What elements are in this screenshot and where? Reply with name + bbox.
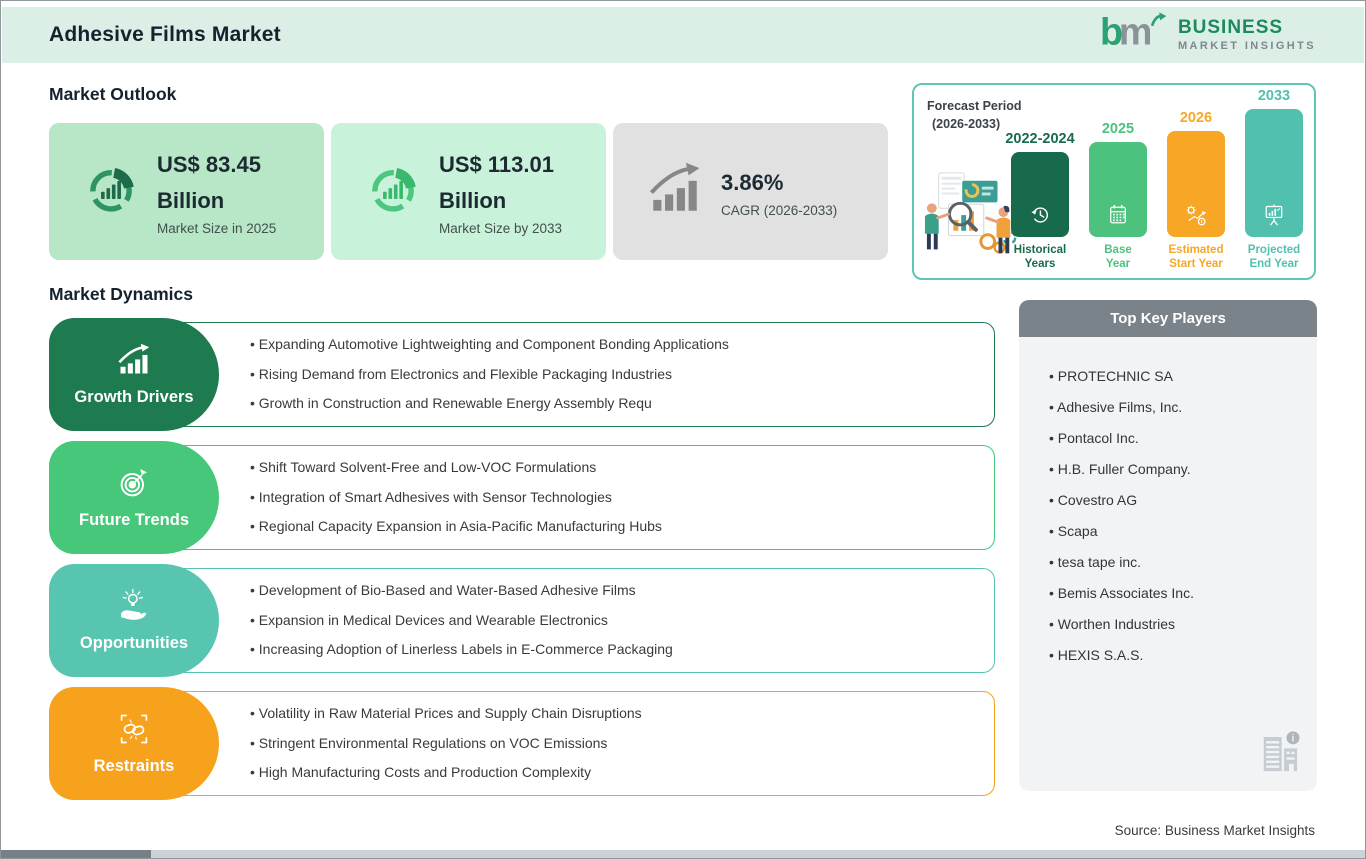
dynamics-row: Development of Bio-Based and Water-Based… <box>49 564 995 677</box>
key-player-item: Worthen Industries <box>1049 609 1317 640</box>
horizontal-scrollbar[interactable] <box>1 850 1365 858</box>
stat-value: US$ 83.45 Billion <box>157 151 261 213</box>
forecast-period-panel: Forecast Period (2026-2033) 2022-2024 Hi… <box>912 83 1316 280</box>
bullet-item: Growth in Construction and Renewable Ene… <box>250 389 994 419</box>
source-text: Source: Business Market Insights <box>1114 823 1315 838</box>
key-player-item: PROTECHNIC SA <box>1049 361 1317 392</box>
forecast-bar-column: 2026 Estimated Start Year <box>1165 110 1227 273</box>
key-player-item: Adhesive Films, Inc. <box>1049 392 1317 423</box>
stat-value: 3.86% <box>721 169 784 195</box>
forecast-bar-column: 2025 Base Year <box>1087 121 1149 273</box>
market-outlook-cards: US$ 83.45 Billion Market Size in 2025 US$… <box>49 123 888 260</box>
bar-growth-icon <box>646 160 704 223</box>
forecast-bar <box>1089 142 1147 237</box>
bullet-item: Regional Capacity Expansion in Asia-Paci… <box>250 512 994 542</box>
bmi-logo: b m BUSINESS MARKET INSIGHTS <box>1100 10 1316 60</box>
dynamics-label-text: Growth Drivers <box>74 388 194 406</box>
forecast-year-label: 2025 <box>1101 121 1135 137</box>
bullet-item: Shift Toward Solvent-Free and Low-VOC Fo… <box>250 453 994 483</box>
bullet-item: Volatility in Raw Material Prices and Su… <box>250 699 994 729</box>
bullet-item: Expanding Automotive Lightweighting and … <box>250 330 994 360</box>
forecast-year-label: 2026 <box>1179 110 1213 126</box>
forecast-bar-column: 2022-2024 Historical Years <box>1005 131 1074 273</box>
key-player-item: Pontacol Inc. <box>1049 423 1317 454</box>
key-player-item: H.B. Fuller Company. <box>1049 454 1317 485</box>
key-players-header: Top Key Players <box>1019 300 1317 337</box>
market-dynamics-rows: Expanding Automotive Lightweighting and … <box>49 318 995 810</box>
market-outlook-heading: Market Outlook <box>49 84 177 104</box>
bar-growth-icon <box>116 342 152 383</box>
dynamics-row: Expanding Automotive Lightweighting and … <box>49 318 995 431</box>
bmi-logo-mark-icon: b m <box>1100 10 1170 60</box>
key-player-item: Covestro AG <box>1049 485 1317 516</box>
dynamics-label: Opportunities <box>49 564 219 677</box>
scrollbar-thumb[interactable] <box>1 850 151 858</box>
donut-chart-icon <box>364 160 422 223</box>
dynamics-label: Restraints <box>49 687 219 800</box>
key-player-item: Scapa <box>1049 516 1317 547</box>
target-icon <box>116 465 152 506</box>
header-band: Adhesive Films Market b m BUSINESS MARKE… <box>2 7 1364 63</box>
dynamics-row: Shift Toward Solvent-Free and Low-VOC Fo… <box>49 441 995 554</box>
forecast-year-label: 2022-2024 <box>1005 131 1075 147</box>
dynamics-label: Future Trends <box>49 441 219 554</box>
svg-text:i: i <box>1292 733 1295 744</box>
dynamics-row: Volatility in Raw Material Prices and Su… <box>49 687 995 800</box>
dynamics-label-text: Opportunities <box>79 634 189 652</box>
key-players-list: PROTECHNIC SAAdhesive Films, Inc.Pontaco… <box>1049 361 1317 671</box>
bullet-item: Development of Bio-Based and Water-Based… <box>250 576 994 606</box>
stat-card: US$ 83.45 Billion Market Size in 2025 <box>49 123 324 260</box>
bullet-item: Rising Demand from Electronics and Flexi… <box>250 360 994 390</box>
market-dynamics-heading: Market Dynamics <box>49 284 193 304</box>
forecast-bar <box>1011 152 1069 237</box>
donut-chart-icon <box>82 160 140 223</box>
forecast-bar-column: 2033 Projected End Year <box>1243 88 1305 273</box>
key-player-item: HEXIS S.A.S. <box>1049 640 1317 671</box>
stat-value: US$ 113.01 Billion <box>439 151 554 213</box>
chain-icon <box>116 711 152 752</box>
dynamics-label-text: Restraints <box>93 757 175 775</box>
forecast-bar <box>1167 131 1225 237</box>
dynamics-label-text: Future Trends <box>78 511 189 529</box>
key-player-item: tesa tape inc. <box>1049 547 1317 578</box>
forecast-bar-caption: Base Year <box>1104 244 1132 271</box>
stat-caption: Market Size in 2025 <box>157 221 277 237</box>
page-title: Adhesive Films Market <box>49 23 281 46</box>
building-info-icon: i <box>1254 724 1306 781</box>
forecast-bar-caption: Historical Years <box>1013 244 1067 271</box>
logo-wordmark: BUSINESS MARKET INSIGHTS <box>1178 18 1316 52</box>
forecast-period-title: Forecast Period (2026-2033) <box>927 99 1022 132</box>
bullet-item: High Manufacturing Costs and Production … <box>250 758 994 788</box>
logo-market-insights-text: MARKET INSIGHTS <box>1177 39 1316 52</box>
forecast-bar-caption: Projected End Year <box>1247 244 1301 271</box>
stat-card: US$ 113.01 Billion Market Size by 2033 <box>331 123 606 260</box>
bullet-item: Increasing Adoption of Linerless Labels … <box>250 635 994 665</box>
svg-text:m: m <box>1119 11 1153 53</box>
stat-card-text: 3.86% CAGR (2026-2033) <box>721 165 837 219</box>
forecast-bar <box>1245 109 1303 237</box>
bullet-item: Integration of Smart Adhesives with Sens… <box>250 483 994 513</box>
bullet-item: Expansion in Medical Devices and Wearabl… <box>250 606 994 636</box>
logo-business-text: BUSINESS <box>1177 17 1284 39</box>
infographic-page: Adhesive Films Market b m BUSINESS MARKE… <box>0 0 1366 859</box>
forecast-year-label: 2033 <box>1257 88 1291 104</box>
stat-caption: CAGR (2026-2033) <box>721 203 838 219</box>
dynamics-label: Growth Drivers <box>49 318 219 431</box>
stat-card: 3.86% CAGR (2026-2033) <box>613 123 888 260</box>
forecast-bar-caption: Estimated Start Year <box>1168 244 1224 271</box>
bulb-hand-icon <box>116 588 152 629</box>
stat-caption: Market Size by 2033 <box>439 221 563 237</box>
key-player-item: Bemis Associates Inc. <box>1049 578 1317 609</box>
stat-card-text: US$ 113.01 Billion Market Size by 2033 <box>439 147 562 236</box>
forecast-bars: 2022-2024 Historical Years 2025 Base Year 20… <box>1005 88 1305 273</box>
key-players-panel: Top Key Players PROTECHNIC SAAdhesive Fi… <box>1019 300 1317 791</box>
stat-card-text: US$ 83.45 Billion Market Size in 2025 <box>157 147 276 236</box>
bullet-item: Stringent Environmental Regulations on V… <box>250 729 994 759</box>
